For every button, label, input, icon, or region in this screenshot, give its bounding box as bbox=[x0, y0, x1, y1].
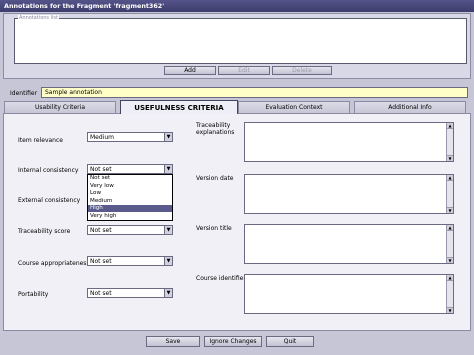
scroll-down-icon[interactable]: ▼ bbox=[447, 257, 453, 263]
course-identifier-label: Course identifier bbox=[196, 275, 246, 282]
chevron-down-icon: ▼ bbox=[164, 133, 172, 141]
chevron-down-icon: ▼ bbox=[164, 226, 172, 234]
annotations-list[interactable] bbox=[14, 18, 467, 64]
tab-usefulness-criteria[interactable]: USEFULNESS CRITERIA bbox=[120, 100, 238, 114]
edit-button-label: Edit bbox=[238, 67, 250, 74]
course-identifier-textarea[interactable]: ▲ ▼ bbox=[244, 274, 454, 314]
window-title-bar: Annotations for the Fragment 'fragment36… bbox=[0, 0, 474, 12]
internal-consistency-label: Internal consistency bbox=[18, 167, 79, 174]
traceability-score-value: Not set bbox=[90, 227, 112, 234]
quit-button[interactable]: Quit bbox=[266, 336, 314, 347]
item-relevance-label: Item relevance bbox=[18, 137, 63, 144]
portability-label: Portability bbox=[18, 291, 49, 298]
course-appropriateness-value: Not set bbox=[90, 258, 112, 265]
dropdown-option-selected[interactable]: High bbox=[88, 205, 172, 212]
portability-value: Not set bbox=[90, 290, 112, 297]
save-button-label: Save bbox=[165, 338, 181, 345]
identifier-field[interactable]: Sample annotation bbox=[41, 87, 468, 98]
scroll-down-icon[interactable]: ▼ bbox=[447, 155, 453, 161]
scroll-down-icon[interactable]: ▼ bbox=[447, 307, 453, 313]
add-button-label: Add bbox=[184, 67, 196, 74]
portability-select[interactable]: Not set ▼ bbox=[87, 288, 173, 298]
delete-button[interactable]: Delete bbox=[272, 66, 332, 75]
internal-consistency-select[interactable]: Not set ▼ bbox=[87, 164, 173, 174]
internal-consistency-value: Not set bbox=[90, 166, 112, 173]
course-appropriateness-label: Course appropriateness bbox=[18, 260, 90, 267]
scroll-up-icon[interactable]: ▲ bbox=[447, 275, 453, 281]
window-title: Annotations for the Fragment 'fragment36… bbox=[4, 2, 165, 10]
tab-additional-info-label: Additional Info bbox=[388, 104, 432, 111]
scroll-up-icon[interactable]: ▲ bbox=[447, 225, 453, 231]
tab-usability-criteria[interactable]: Usability Criteria bbox=[4, 101, 116, 113]
quit-button-label: Quit bbox=[283, 338, 297, 345]
scroll-down-icon[interactable]: ▼ bbox=[447, 207, 453, 213]
version-date-label: Version date bbox=[196, 175, 234, 182]
traceability-explanations-label-line1: Traceability bbox=[196, 122, 231, 129]
internal-consistency-dropdown[interactable]: Not set Very low Low Medium High Very hi… bbox=[87, 174, 173, 221]
add-button[interactable]: Add bbox=[164, 66, 216, 75]
version-title-textarea[interactable]: ▲ ▼ bbox=[244, 224, 454, 264]
dropdown-option[interactable]: Medium bbox=[88, 198, 172, 205]
external-consistency-label: External consistency bbox=[18, 197, 81, 204]
version-date-textarea[interactable]: ▲ ▼ bbox=[244, 174, 454, 214]
scrollbar[interactable]: ▲ ▼ bbox=[446, 175, 453, 213]
version-title-label: Version title bbox=[196, 225, 232, 232]
item-relevance-value: Medium bbox=[90, 134, 114, 141]
scrollbar[interactable]: ▲ ▼ bbox=[446, 225, 453, 263]
scrollbar[interactable]: ▲ ▼ bbox=[446, 275, 453, 313]
ignore-changes-button[interactable]: Ignore Changes bbox=[204, 336, 262, 347]
dropdown-option[interactable]: Low bbox=[88, 190, 172, 197]
dropdown-option[interactable]: Very high bbox=[88, 213, 172, 220]
save-button[interactable]: Save bbox=[146, 336, 200, 347]
traceability-score-select[interactable]: Not set ▼ bbox=[87, 225, 173, 235]
scroll-up-icon[interactable]: ▲ bbox=[447, 175, 453, 181]
ignore-changes-button-label: Ignore Changes bbox=[209, 338, 257, 345]
traceability-score-label: Traceability score bbox=[18, 228, 71, 235]
edit-button[interactable]: Edit bbox=[218, 66, 270, 75]
delete-button-label: Delete bbox=[292, 67, 312, 74]
traceability-explanations-textarea[interactable]: ▲ ▼ bbox=[244, 122, 454, 162]
tab-evaluation-context-label: Evaluation Context bbox=[265, 104, 323, 111]
tab-usefulness-criteria-label: USEFULNESS CRITERIA bbox=[134, 103, 224, 112]
annotations-legend: Annotations list bbox=[18, 15, 59, 21]
traceability-explanations-label-line2: explanations bbox=[196, 129, 235, 136]
chevron-down-icon: ▼ bbox=[164, 257, 172, 265]
item-relevance-select[interactable]: Medium ▼ bbox=[87, 132, 173, 142]
dropdown-option[interactable]: Very low bbox=[88, 183, 172, 190]
identifier-label: Identifier bbox=[10, 90, 38, 97]
chevron-down-icon: ▼ bbox=[164, 165, 172, 173]
identifier-value: Sample annotation bbox=[45, 89, 102, 96]
tab-usability-criteria-label: Usability Criteria bbox=[35, 104, 85, 111]
tab-evaluation-context[interactable]: Evaluation Context bbox=[238, 101, 350, 113]
tab-additional-info[interactable]: Additional Info bbox=[354, 101, 466, 113]
scroll-up-icon[interactable]: ▲ bbox=[447, 123, 453, 129]
chevron-down-icon: ▼ bbox=[164, 289, 172, 297]
scrollbar[interactable]: ▲ ▼ bbox=[446, 123, 453, 161]
dropdown-option[interactable]: Not set bbox=[88, 175, 172, 182]
course-appropriateness-select[interactable]: Not set ▼ bbox=[87, 256, 173, 266]
